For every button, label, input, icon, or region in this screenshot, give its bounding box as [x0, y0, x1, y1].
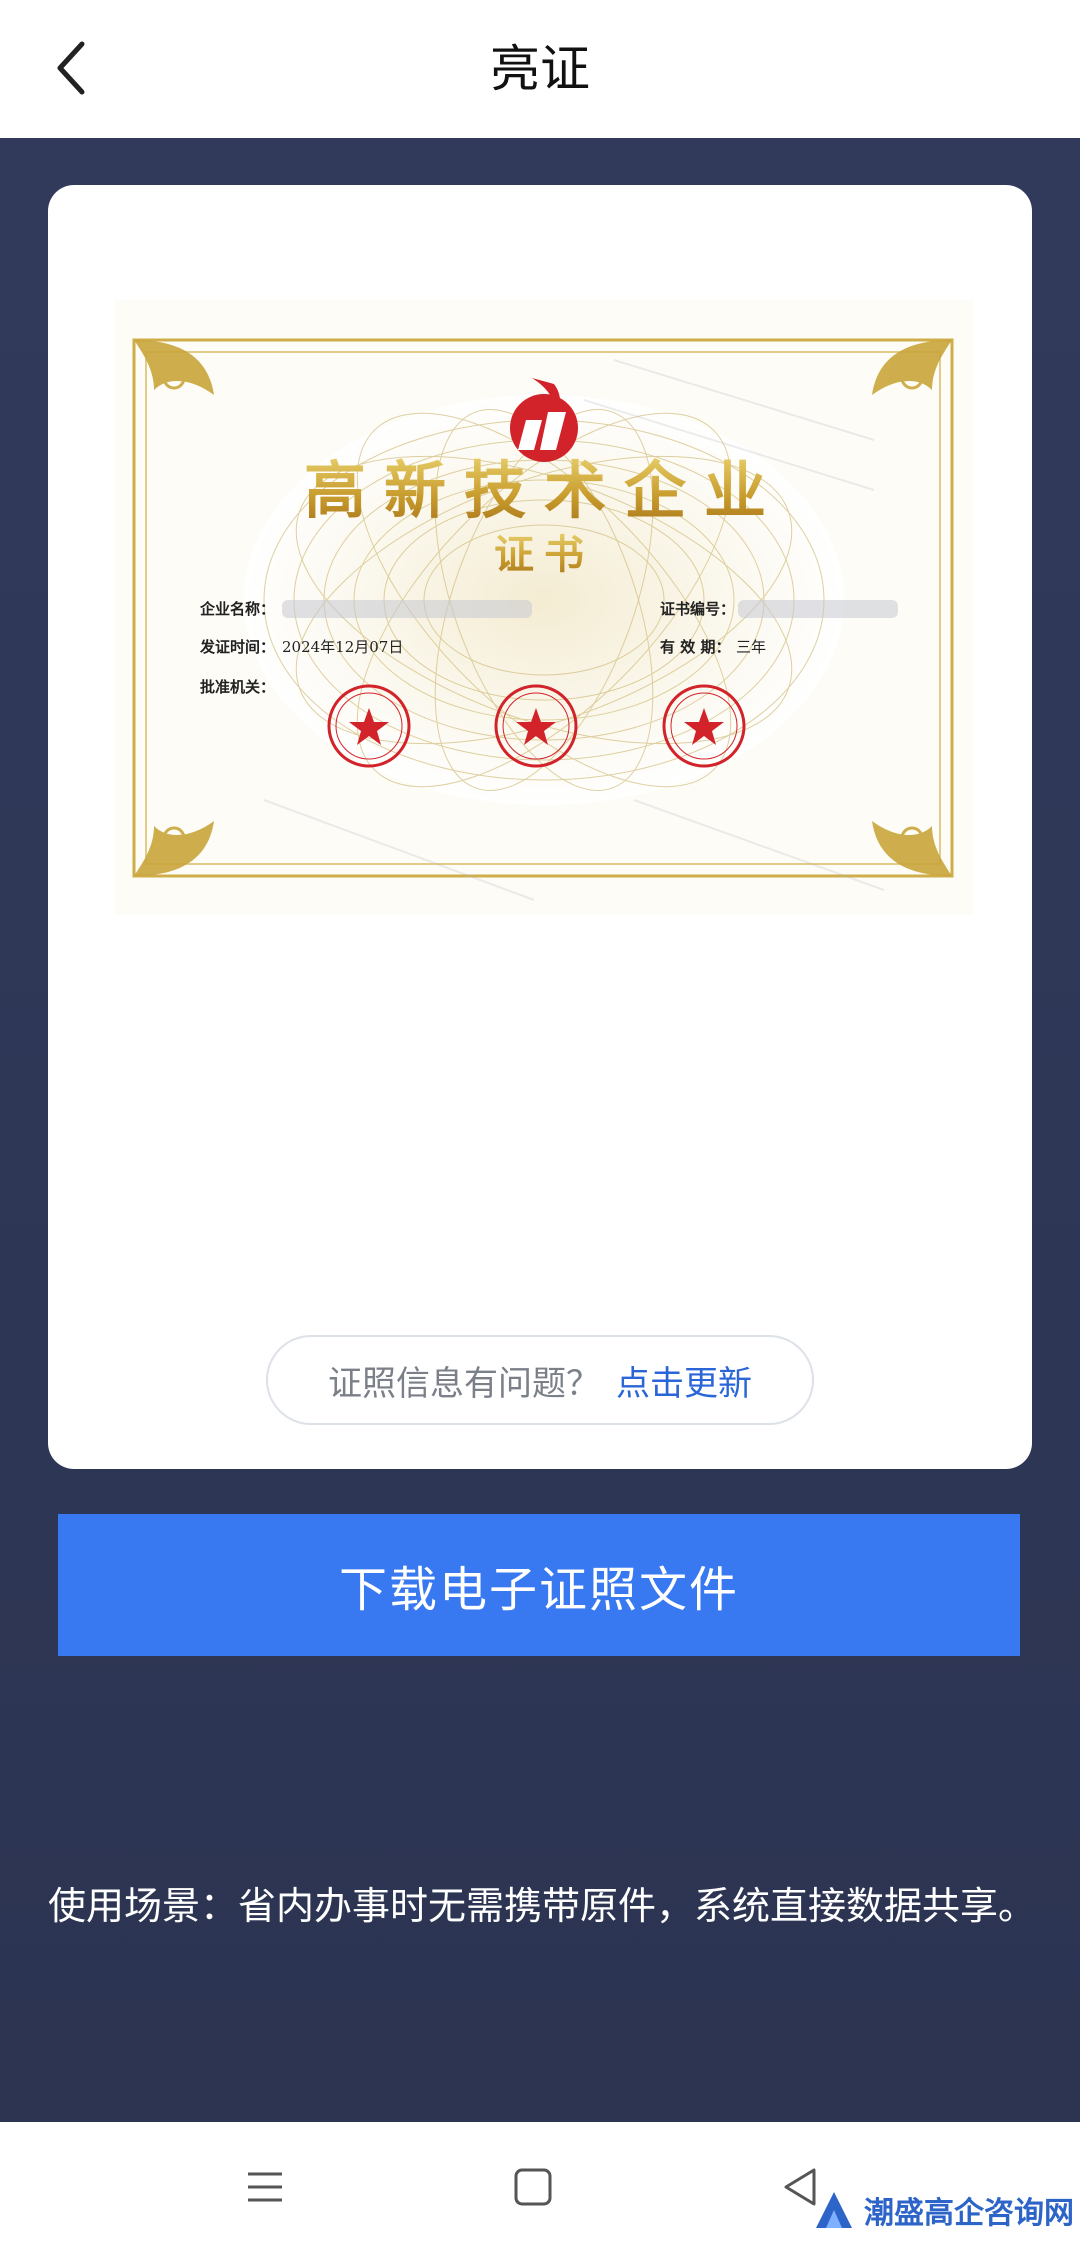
- certificate-main-title: 高新技术企业: [304, 454, 784, 527]
- info-question-text: 证照信息有问题？: [328, 1363, 600, 1404]
- company-name-blurred: [282, 600, 532, 618]
- cert-number-label: 证书编号：: [660, 600, 735, 618]
- watermark-text: 潮盛高企咨询网: [864, 2196, 1074, 2231]
- cert-number-blurred: [738, 600, 898, 618]
- usage-scenario-text: 使用场景：省内办事时无需携带原件，系统直接数据共享。: [48, 1884, 1037, 1928]
- site-watermark: 潮盛高企咨询网: [812, 2188, 1074, 2232]
- download-certificate-button[interactable]: 下载电子证照文件: [58, 1514, 1020, 1656]
- home-square-icon[interactable]: [508, 2162, 558, 2212]
- validity-value: 三年: [736, 638, 766, 656]
- info-update-pill[interactable]: 证照信息有问题？ 点击更新: [266, 1335, 814, 1425]
- validity-label: 有 效 期：: [660, 638, 730, 656]
- certificate-image: 高新技术企业 证书 企业名称： 证书编号： 发证时间： 2024年12月07日 …: [114, 300, 974, 915]
- menu-icon[interactable]: [240, 2162, 290, 2212]
- watermark-logo-icon: [816, 2192, 852, 2228]
- certificate-card: 高新技术企业 证书 企业名称： 证书编号： 发证时间： 2024年12月07日 …: [48, 185, 1032, 1469]
- update-link[interactable]: 点击更新: [616, 1356, 752, 1405]
- top-app-bar: 亮证: [0, 0, 1080, 138]
- certificate-sub-title: 证书: [494, 532, 594, 578]
- company-name-label: 企业名称：: [199, 600, 275, 618]
- issue-date-value: 2024年12月07日: [282, 638, 403, 656]
- page-title: 亮证: [490, 40, 590, 98]
- issue-date-label: 发证时间：: [199, 638, 275, 656]
- authority-label: 批准机关：: [200, 678, 275, 696]
